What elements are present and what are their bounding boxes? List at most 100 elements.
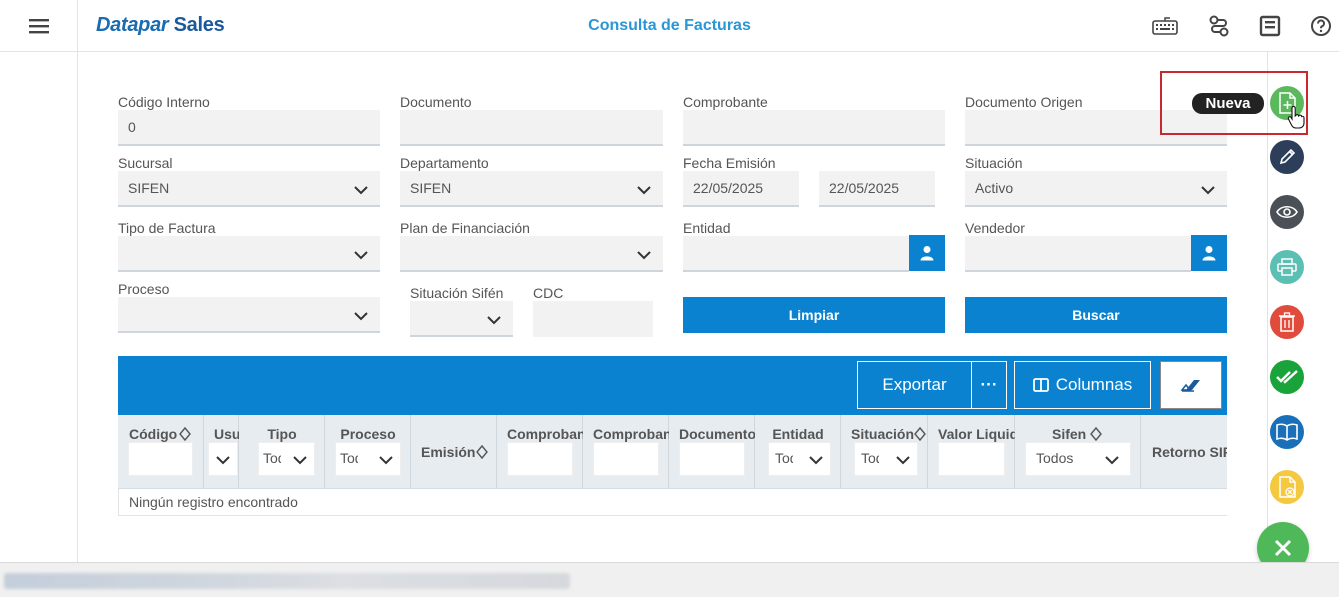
column-tipo-title: Tipo <box>267 426 297 442</box>
cancel-document-button[interactable] <box>1270 470 1304 504</box>
column-usuario-title: Usuario <box>214 426 239 442</box>
approve-icon <box>1276 370 1298 384</box>
documento-label: Documento <box>400 94 472 110</box>
tipo-factura-select[interactable] <box>118 236 380 272</box>
book-button[interactable] <box>1270 415 1304 449</box>
sucursal-select[interactable]: SIFEN <box>118 171 380 207</box>
column-comprobante-title: Comprobante <box>507 426 583 442</box>
column-usuario[interactable]: Usuario <box>204 415 239 488</box>
column-emision[interactable]: Emisión <box>411 415 497 488</box>
column-sifen-title: Sifen <box>1052 426 1087 442</box>
tipo-filter-value: Todos <box>263 450 281 466</box>
situacion-label: Situación <box>965 155 1023 171</box>
column-tipo[interactable]: Tipo Todos <box>239 415 325 488</box>
departamento-label: Departamento <box>400 155 489 171</box>
view-icon <box>1276 205 1298 219</box>
edit-button[interactable] <box>1270 140 1304 174</box>
cdc-input[interactable] <box>533 301 653 337</box>
usuario-filter[interactable] <box>208 442 238 476</box>
print-button[interactable] <box>1270 250 1304 284</box>
clear-filters-button[interactable] <box>1160 361 1222 409</box>
chevron-down-icon <box>896 456 910 465</box>
chevron-down-icon <box>354 186 368 195</box>
vendedor-label: Vendedor <box>965 220 1025 236</box>
delete-button[interactable] <box>1270 305 1304 339</box>
documento-filter[interactable] <box>679 442 745 476</box>
sucursal-label: Sucursal <box>118 155 173 171</box>
column-valor-liquido-title: Valor Liquido <box>938 426 1015 442</box>
column-documento[interactable]: Documento <box>669 415 755 488</box>
entidad-label: Entidad <box>683 220 731 236</box>
comprobante-filter[interactable] <box>507 442 573 476</box>
valor-liquido-filter[interactable] <box>938 442 1005 476</box>
columns-icon <box>1032 378 1049 392</box>
proceso-filter-value: Todos <box>340 450 358 466</box>
entidad-filter[interactable]: Todos <box>768 442 831 476</box>
plan-financiacion-select[interactable] <box>400 236 663 272</box>
column-comprobante-2-title: Comprobante <box>593 426 669 442</box>
view-button[interactable] <box>1270 195 1304 229</box>
column-situacion[interactable]: Situación Todos <box>841 415 928 488</box>
comprobante-label: Comprobante <box>683 94 768 110</box>
nueva-tooltip: Nueva <box>1192 93 1264 114</box>
departamento-select[interactable]: SIFEN <box>400 171 663 207</box>
export-more-button[interactable]: ··· <box>971 361 1007 409</box>
tipo-factura-label: Tipo de Factura <box>118 220 216 236</box>
departamento-value: SIFEN <box>410 180 452 196</box>
column-codigo[interactable]: Código <box>118 415 204 488</box>
column-proceso[interactable]: Proceso Todos <box>325 415 411 488</box>
limpiar-button[interactable]: Limpiar <box>683 297 945 333</box>
proceso-filter[interactable]: Todos <box>335 442 401 476</box>
columnas-button[interactable]: Columnas <box>1014 361 1151 409</box>
proceso-select[interactable] <box>118 297 380 333</box>
column-valor-liquido[interactable]: Valor Liquido <box>928 415 1015 488</box>
tipo-filter[interactable]: Todos <box>258 442 315 476</box>
keyboard-icon[interactable] <box>1151 12 1179 40</box>
plan-financiacion-label: Plan de Financiación <box>400 220 530 236</box>
situacion-sifen-select[interactable] <box>410 301 513 337</box>
vendedor-search-button[interactable] <box>1191 235 1227 271</box>
column-comprobante-2[interactable]: Comprobante <box>583 415 669 488</box>
documento-input[interactable] <box>400 110 663 146</box>
column-comprobante[interactable]: Comprobante <box>497 415 583 488</box>
route-icon[interactable] <box>1205 12 1233 40</box>
user-icon <box>920 246 934 261</box>
column-entidad[interactable]: Entidad Todos <box>755 415 841 488</box>
menu-button[interactable] <box>0 0 78 52</box>
chevron-down-icon <box>293 456 307 465</box>
entidad-input[interactable] <box>683 236 909 272</box>
fecha-desde-input[interactable]: 22/05/2025 <box>683 171 799 207</box>
help-icon[interactable] <box>1307 12 1335 40</box>
form-icon[interactable] <box>1256 12 1284 40</box>
exportar-button[interactable]: Exportar <box>857 361 972 409</box>
column-entidad-title: Entidad <box>772 426 824 442</box>
column-documento-title: Documento <box>679 426 755 442</box>
chevron-down-icon <box>354 312 368 321</box>
comprobante-input[interactable] <box>683 110 945 146</box>
column-situacion-title: Situación <box>851 426 915 442</box>
hamburger-icon <box>28 19 49 34</box>
codigo-filter[interactable] <box>128 442 193 476</box>
buscar-button[interactable]: Buscar <box>965 297 1227 333</box>
close-icon <box>1274 539 1292 557</box>
column-emision-title: Emisión <box>421 444 476 460</box>
vendedor-input[interactable] <box>965 236 1191 272</box>
sifen-filter[interactable]: Todos <box>1025 442 1131 476</box>
chevron-down-icon <box>1201 186 1215 195</box>
chevron-down-icon <box>379 456 393 465</box>
fecha-hasta-input[interactable]: 22/05/2025 <box>819 171 935 207</box>
entidad-filter-value: Todos <box>775 450 793 466</box>
codigo-interno-input[interactable]: 0 <box>118 110 380 146</box>
cdc-label: CDC <box>533 285 564 301</box>
situacion-select[interactable]: Activo <box>965 171 1227 207</box>
brand-logo[interactable]: Datapar Sales <box>96 14 225 37</box>
situacion-filter[interactable]: Todos <box>854 442 918 476</box>
top-bar: Datapar Sales Consulta de Facturas <box>0 0 1339 52</box>
status-text-blurred <box>4 573 570 589</box>
entidad-search-button[interactable] <box>909 235 945 271</box>
comprobante-2-filter[interactable] <box>593 442 659 476</box>
chevron-down-icon <box>637 186 651 195</box>
column-retorno-sifen[interactable]: Retorno SIFEN <box>1141 415 1227 488</box>
approve-button[interactable] <box>1270 360 1304 394</box>
column-sifen[interactable]: Sifen Todos <box>1015 415 1141 488</box>
